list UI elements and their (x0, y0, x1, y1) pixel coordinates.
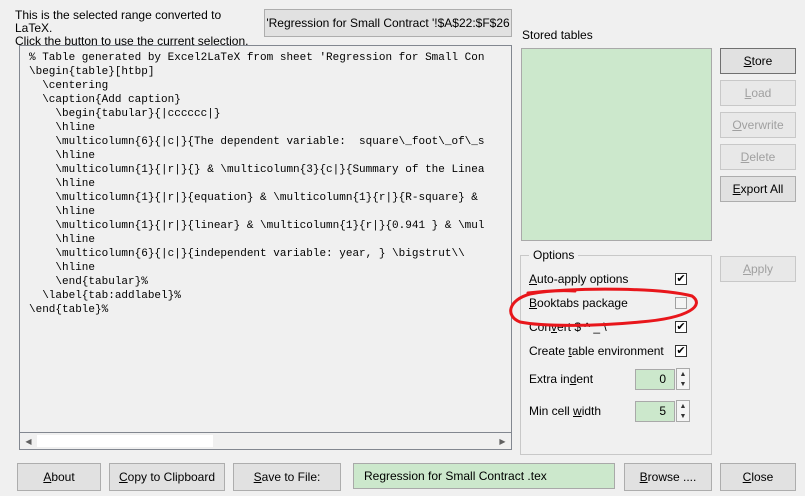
create-env-label: Create table environment (529, 344, 664, 358)
options-title: Options (529, 248, 579, 262)
spin-up-icon[interactable]: ▲ (677, 369, 689, 379)
scroll-left-icon[interactable]: ◀ (20, 433, 37, 449)
booktabs-checkbox[interactable] (675, 297, 687, 309)
store-button[interactable]: Store (720, 48, 796, 74)
extra-indent-spinner[interactable]: ▲ ▼ (676, 368, 690, 390)
booktabs-label: Booktabs package (529, 296, 628, 310)
copy-to-clipboard-button[interactable]: Copy to Clipboard (109, 463, 225, 491)
overwrite-button[interactable]: Overwrite (720, 112, 796, 138)
save-to-file-button[interactable]: Save to File: (233, 463, 341, 491)
min-cell-width-label: Min cell width (529, 404, 602, 418)
about-button[interactable]: About (17, 463, 101, 491)
extra-indent-input[interactable]: 0 (635, 369, 675, 390)
create-env-checkbox[interactable]: ✔ (675, 345, 687, 357)
scroll-thumb[interactable] (37, 435, 213, 447)
latex-code-text: % Table generated by Excel2LaTeX from sh… (29, 52, 485, 316)
check-icon: ✔ (676, 344, 686, 357)
info-text: This is the selected range converted to … (15, 9, 260, 48)
range-button[interactable]: 'Regression for Small Contract '!$A$22:$… (264, 9, 512, 37)
export-all-button[interactable]: Export All (720, 176, 796, 202)
auto-apply-label: Auto-apply options (529, 272, 629, 286)
close-button[interactable]: Close (720, 463, 796, 491)
extra-indent-label: Extra indent (529, 372, 594, 386)
scroll-right-icon[interactable]: ▶ (494, 433, 511, 449)
filename-field[interactable]: Regression for Small Contract .tex (353, 463, 615, 489)
convert-checkbox[interactable]: ✔ (675, 321, 687, 333)
spin-up-icon[interactable]: ▲ (677, 401, 689, 411)
horizontal-scrollbar[interactable]: ◀ ▶ (19, 433, 512, 450)
latex-code-area[interactable]: % Table generated by Excel2LaTeX from sh… (19, 45, 512, 433)
stored-tables-label: Stored tables (522, 28, 593, 42)
apply-button[interactable]: Apply (720, 256, 796, 282)
min-cell-width-input[interactable]: 5 (635, 401, 675, 422)
check-icon: ✔ (676, 272, 686, 285)
browse-button[interactable]: Browse .... (624, 463, 712, 491)
load-button[interactable]: Load (720, 80, 796, 106)
min-cell-width-spinner[interactable]: ▲ ▼ (676, 400, 690, 422)
check-icon: ✔ (676, 320, 686, 333)
stored-tables-list[interactable] (521, 48, 712, 241)
info-line-1: This is the selected range converted to … (15, 8, 222, 35)
auto-apply-checkbox[interactable]: ✔ (675, 273, 687, 285)
spin-down-icon[interactable]: ▼ (677, 411, 689, 421)
convert-label: Convert $ ^ _ \ (529, 320, 607, 334)
spin-down-icon[interactable]: ▼ (677, 379, 689, 389)
delete-button[interactable]: Delete (720, 144, 796, 170)
